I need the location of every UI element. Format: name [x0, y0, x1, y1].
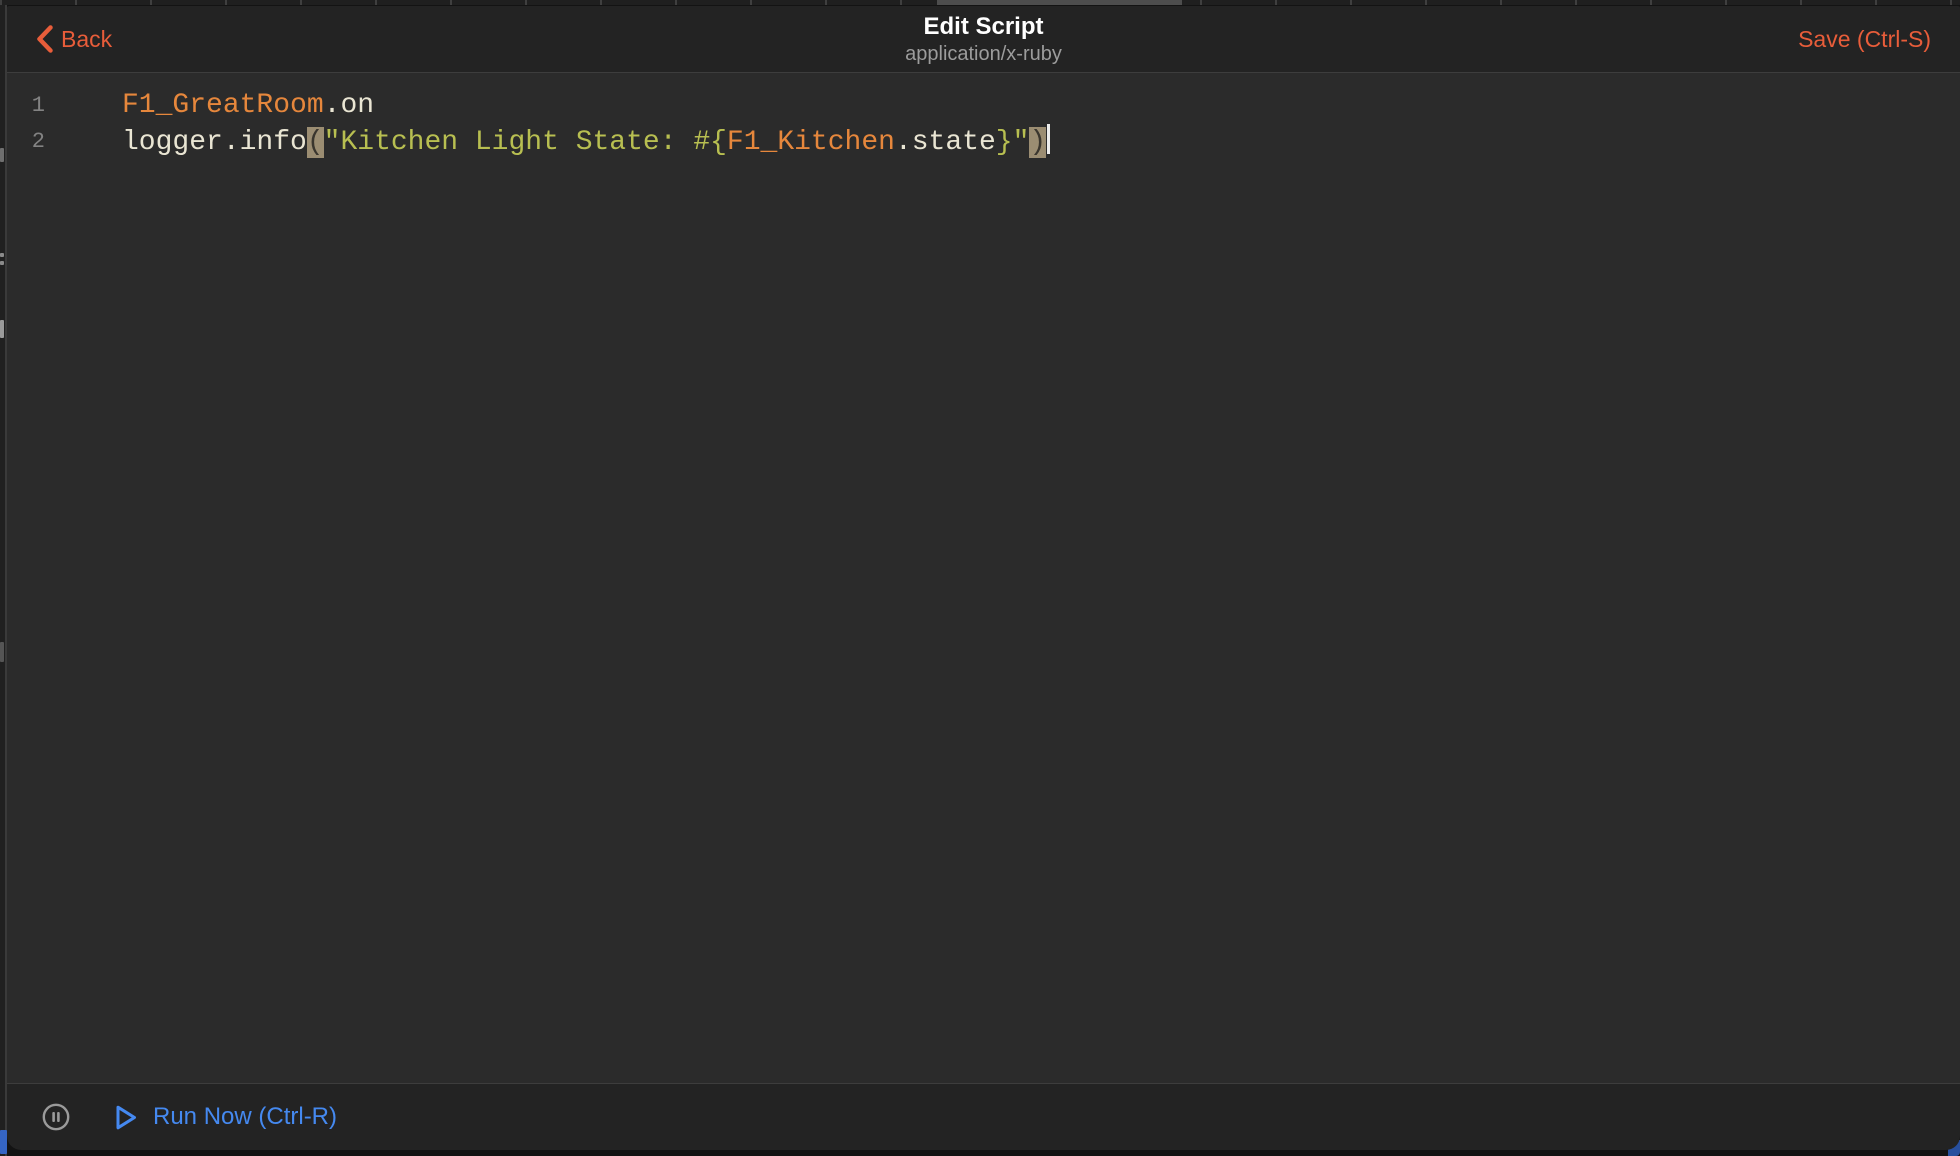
script-mime-type: application/x-ruby: [905, 42, 1062, 66]
bottom-toolbar: Run Now (Ctrl-R): [7, 1083, 1960, 1150]
line-number: 1: [7, 88, 45, 124]
code-line-content: F1_GreatRoom.on: [45, 88, 374, 124]
code-line-content: logger.info("Kitchen Light State: #{F1_K…: [45, 124, 1050, 161]
background-fragment: [0, 642, 4, 662]
token-plain: logger.info: [122, 127, 307, 158]
title-block: Edit Script application/x-ruby: [905, 13, 1062, 66]
pause-circle-icon: [42, 1103, 70, 1131]
page-title: Edit Script: [905, 13, 1062, 41]
save-button[interactable]: Save (Ctrl-S): [1798, 26, 1931, 53]
background-fragment: [0, 253, 4, 257]
token-string: }": [996, 127, 1030, 158]
pause-button[interactable]: [42, 1103, 70, 1131]
token-entity: F1_Kitchen: [727, 127, 895, 158]
background-fragment: [0, 320, 4, 338]
token-entity: F1_GreatRoom: [122, 90, 324, 121]
token-string: "Kitchen Light State: #{: [324, 127, 727, 158]
background-fragment: [0, 261, 4, 265]
code-line: 1F1_GreatRoom.on: [7, 88, 1960, 124]
play-icon: [115, 1104, 138, 1131]
text-cursor: [1047, 124, 1050, 154]
code-line: 2logger.info("Kitchen Light State: #{F1_…: [7, 124, 1960, 161]
token-plain: .on: [324, 90, 374, 121]
token-paren: (: [307, 127, 324, 158]
background-fragment: [0, 1130, 7, 1154]
run-now-label: Run Now (Ctrl-R): [153, 1103, 337, 1131]
back-button[interactable]: Back: [36, 25, 112, 53]
background-scrollbar-thumb: [937, 0, 1182, 5]
code-lines: 1F1_GreatRoom.on2logger.info("Kitchen Li…: [7, 88, 1960, 161]
line-number: 2: [7, 124, 45, 161]
background-fragment: [0, 148, 4, 162]
run-now-button[interactable]: Run Now (Ctrl-R): [115, 1103, 337, 1131]
token-plain: .state: [895, 127, 996, 158]
background-top-strip: [0, 0, 1960, 5]
token-paren: ): [1029, 127, 1046, 158]
edit-script-modal: Back Edit Script application/x-ruby Save…: [7, 6, 1960, 1150]
chevron-left-icon: [36, 25, 53, 53]
navbar: Back Edit Script application/x-ruby Save…: [7, 6, 1960, 73]
code-editor[interactable]: 1F1_GreatRoom.on2logger.info("Kitchen Li…: [7, 73, 1960, 1083]
back-label: Back: [61, 26, 112, 53]
background-left-strip: [0, 0, 7, 1156]
